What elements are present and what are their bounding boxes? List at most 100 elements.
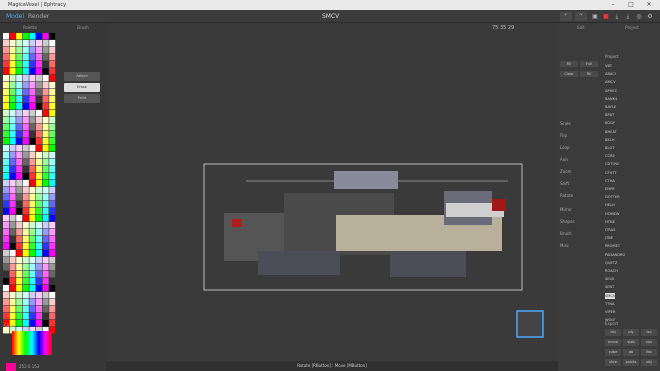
paint-button[interactable]: Paint (64, 94, 100, 103)
palette-swatch[interactable] (42, 124, 49, 131)
palette-swatch[interactable] (36, 82, 42, 89)
palette-swatch[interactable] (3, 313, 9, 320)
palette-swatch[interactable] (22, 187, 29, 194)
palette-swatch[interactable] (16, 33, 23, 40)
download-icon[interactable]: ⤓ (625, 14, 631, 20)
palette-swatch[interactable] (22, 299, 29, 306)
project-model-item[interactable]: VBT (605, 63, 612, 69)
section-mirror[interactable]: Mirror (560, 207, 572, 212)
palette-swatch[interactable] (49, 313, 56, 320)
minimize-button[interactable]: – (604, 0, 622, 10)
palette-swatch[interactable] (22, 82, 29, 89)
palette-swatch[interactable] (36, 89, 42, 96)
project-model-item[interactable]: ABACI (605, 71, 616, 77)
palette-swatch[interactable] (3, 292, 9, 299)
palette-swatch[interactable] (22, 306, 29, 313)
palette-swatch[interactable] (16, 54, 23, 61)
palette-swatch[interactable] (3, 250, 9, 257)
palette-swatch[interactable] (16, 145, 23, 152)
palette-swatch[interactable] (9, 54, 16, 61)
palette-swatch[interactable] (9, 110, 16, 117)
palette-swatch[interactable] (22, 201, 29, 208)
palette-swatch[interactable] (29, 138, 36, 145)
screenshot-icon[interactable]: ◎ (636, 14, 642, 20)
palette-swatch[interactable] (9, 75, 16, 82)
palette-swatch[interactable] (36, 173, 42, 180)
project-model-item[interactable]: SELB (605, 276, 614, 282)
palette-swatch[interactable] (36, 159, 42, 166)
palette-swatch[interactable] (29, 229, 36, 236)
palette-swatch[interactable] (49, 124, 56, 131)
palette-swatch[interactable] (22, 96, 29, 103)
palette-swatch[interactable] (29, 320, 36, 327)
palette-swatch[interactable] (29, 194, 36, 201)
palette-swatch[interactable] (16, 40, 23, 47)
palette-swatch[interactable] (3, 40, 9, 47)
palette-swatch[interactable] (42, 285, 49, 292)
palette-swatch[interactable] (22, 194, 29, 201)
palette-swatch[interactable] (42, 138, 49, 145)
palette-swatch[interactable] (16, 194, 23, 201)
project-model-item[interactable]: JTBE (605, 235, 613, 241)
color-palette-grid[interactable] (3, 33, 57, 337)
palette-swatch[interactable] (22, 271, 29, 278)
section-flip[interactable]: Flip (560, 133, 567, 138)
palette-swatch[interactable] (36, 236, 42, 243)
section-rotate[interactable]: Rotate (560, 193, 573, 198)
attach-button[interactable]: Attach (64, 72, 100, 81)
palette-swatch[interactable] (36, 180, 42, 187)
palette-swatch[interactable] (16, 215, 23, 222)
palette-swatch[interactable] (42, 145, 49, 152)
palette-swatch[interactable] (42, 152, 49, 159)
palette-swatch[interactable] (22, 292, 29, 299)
palette-swatch[interactable] (16, 201, 23, 208)
palette-swatch[interactable] (49, 201, 56, 208)
section-scale[interactable]: Scale (560, 121, 571, 126)
palette-swatch[interactable] (22, 264, 29, 271)
palette-swatch[interactable] (36, 68, 42, 75)
palette-swatch[interactable] (9, 306, 16, 313)
palette-swatch[interactable] (36, 306, 42, 313)
color-picker[interactable] (12, 331, 52, 355)
palette-swatch[interactable] (49, 166, 56, 173)
palette-swatch[interactable] (29, 145, 36, 152)
palette-swatch[interactable] (42, 306, 49, 313)
palette-swatch[interactable] (9, 299, 16, 306)
palette-swatch[interactable] (22, 89, 29, 96)
palette-swatch[interactable] (3, 215, 9, 222)
palette-swatch[interactable] (36, 292, 42, 299)
palette-swatch[interactable] (9, 145, 16, 152)
palette-swatch[interactable] (49, 271, 56, 278)
palette-swatch[interactable] (29, 103, 36, 110)
project-model-item[interactable]: BHEAT (605, 129, 617, 135)
palette-swatch[interactable] (9, 33, 16, 40)
palette-swatch[interactable] (16, 285, 23, 292)
palette-swatch[interactable] (3, 180, 9, 187)
palette-swatch[interactable] (36, 313, 42, 320)
edit-tab[interactable]: Edit (558, 25, 604, 30)
palette-swatch[interactable] (22, 33, 29, 40)
palette-swatch[interactable] (9, 96, 16, 103)
palette-swatch[interactable] (36, 194, 42, 201)
palette-swatch[interactable] (29, 47, 36, 54)
palette-swatch[interactable] (22, 47, 29, 54)
palette-swatch[interactable] (36, 103, 42, 110)
palette-swatch[interactable] (36, 285, 42, 292)
palette-swatch[interactable] (42, 61, 49, 68)
palette-swatch[interactable] (49, 299, 56, 306)
palette-swatch[interactable] (3, 264, 9, 271)
palette-swatch[interactable] (42, 40, 49, 47)
voxel-scene[interactable] (106, 23, 558, 371)
project-model-item[interactable]: BFBT (605, 112, 614, 118)
palette-swatch[interactable] (49, 159, 56, 166)
palette-swatch[interactable] (16, 306, 23, 313)
palette-swatch[interactable] (29, 250, 36, 257)
palette-swatch[interactable] (36, 61, 42, 68)
palette-swatch[interactable] (3, 152, 9, 159)
palette-swatch[interactable] (49, 306, 56, 313)
palette-swatch[interactable] (3, 271, 9, 278)
palette-swatch[interactable] (3, 201, 9, 208)
palette-swatch[interactable] (36, 250, 42, 257)
palette-swatch[interactable] (22, 208, 29, 215)
palette-swatch[interactable] (3, 61, 9, 68)
